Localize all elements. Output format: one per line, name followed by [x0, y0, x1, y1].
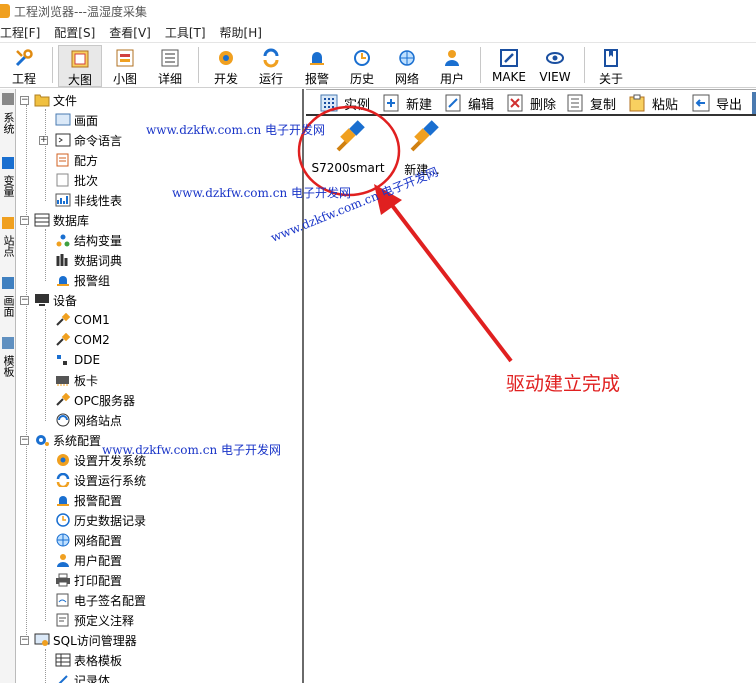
annotation-text: 驱动建立完成	[506, 373, 621, 395]
watermark-text: www.dzkfw.com.cn 电子开发网	[172, 186, 351, 200]
annotation-overlay	[297, 105, 513, 363]
watermark-text: www.dzkfw.com.cn 电子开发网	[146, 123, 325, 137]
annotation-arrow-shaft	[386, 198, 513, 363]
watermark-text: www.dzkfw.com.cn 电子开发网	[102, 443, 281, 457]
